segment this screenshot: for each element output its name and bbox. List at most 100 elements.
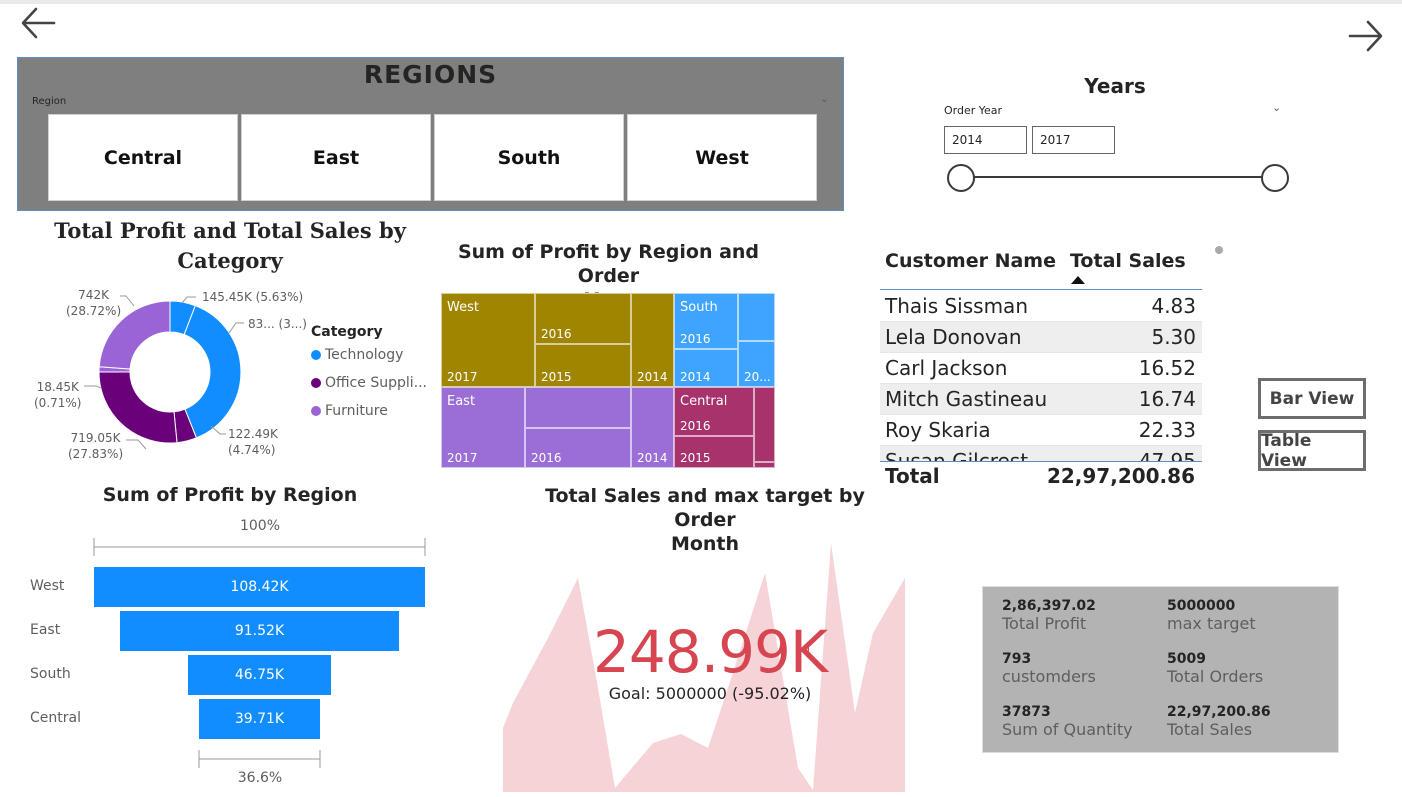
table-row[interactable]: Susan Gilcrest 47.95 <box>880 446 1202 461</box>
funnel-bar-central[interactable]: 39.71K <box>198 699 321 739</box>
card-value: 22,97,200.86 <box>1167 704 1271 720</box>
card-item-total-sales: 22,97,200.86 Total Sales <box>1167 704 1271 739</box>
treemap-tile-south-2017[interactable]: 20... <box>738 341 775 387</box>
treemap-year-label: 2016 <box>531 451 562 465</box>
order-year-label: Order Year <box>944 104 1003 117</box>
treemap-tile-central-2015[interactable]: 2015 <box>674 436 754 468</box>
treemap-tile-east-2017[interactable]: East 2017 <box>441 387 525 468</box>
funnel-bar-south[interactable]: 46.75K <box>188 655 331 695</box>
treemap-tile-west-2014[interactable]: 2014 <box>631 293 674 387</box>
treemap-tile-south-2015[interactable] <box>738 293 775 341</box>
cell-total-sales: 47.95 <box>1138 449 1196 461</box>
treemap-tile-east-2014[interactable]: 2014 <box>631 387 674 468</box>
card-item-total-orders: 5009 Total Orders <box>1167 651 1263 686</box>
cell-total-sales: 22.33 <box>1138 418 1196 442</box>
card-label: max target <box>1167 614 1256 633</box>
treemap-tile-south-2014[interactable]: 2014 <box>674 349 738 387</box>
card-item-customers: 793 customders <box>1002 651 1096 686</box>
treemap-year-label: 2014 <box>637 370 668 384</box>
treemap-tile-west-2016[interactable]: 2016 <box>535 293 631 344</box>
year-slider-track[interactable] <box>962 176 1274 178</box>
region-tile-west[interactable]: West <box>627 114 817 201</box>
cell-customer-name: Susan Gilcrest <box>885 449 1029 461</box>
treemap-tile-central-2014[interactable] <box>754 462 775 468</box>
card-label: Total Sales <box>1167 720 1253 739</box>
card-item-total-profit: 2,86,397.02 Total Profit <box>1002 598 1096 633</box>
year-start-input[interactable] <box>944 126 1027 154</box>
year-slider-end-handle[interactable] <box>1261 164 1289 192</box>
cell-total-sales: 16.52 <box>1138 356 1196 380</box>
cell-customer-name: Carl Jackson <box>885 356 1008 380</box>
treemap-title-line1: Sum of Profit by Region and Order <box>457 241 760 287</box>
bar-view-button[interactable]: Bar View <box>1258 378 1366 419</box>
table-row[interactable]: Roy Skaria 22.33 <box>880 415 1202 446</box>
funnel-category-label: West <box>30 578 65 594</box>
treemap-year-label: 20... <box>744 370 771 384</box>
cell-total-sales: 4.83 <box>1151 294 1196 318</box>
region-tile-south[interactable]: South <box>434 114 624 201</box>
summary-card: 2,86,397.02 Total Profit 5000000 max tar… <box>982 586 1339 753</box>
kpi-warning-icon: ! <box>806 644 811 658</box>
table-row[interactable]: Mitch Gastineau 16.74 <box>880 384 1202 415</box>
kpi-title-line1: Total Sales and max target by Order <box>545 485 865 531</box>
cell-total-sales: 5.30 <box>1151 325 1196 349</box>
treemap-tile-east-2015[interactable] <box>525 387 631 428</box>
card-item-sum-of-quantity: 37873 Sum of Quantity <box>1002 704 1133 739</box>
treemap-year-label: 2015 <box>680 451 711 465</box>
treemap-year-label: 2014 <box>680 370 711 384</box>
card-item-max-target: 5000000 max target <box>1167 598 1256 633</box>
funnel-bar-west[interactable]: 108.42K <box>94 567 425 607</box>
treemap-tile-east-2016[interactable]: 2016 <box>525 428 631 468</box>
table-view-button[interactable]: Table View <box>1258 430 1366 471</box>
cell-customer-name: Roy Skaria <box>885 418 991 442</box>
table-total-value: 22,97,200.86 <box>1046 464 1195 488</box>
treemap-year-label: 2017 <box>447 451 478 465</box>
table-total-label: Total <box>885 464 940 488</box>
customer-table-body: Thais Sissman 4.83 Lela Donovan 5.30 Carl Ja… <box>880 291 1202 461</box>
table-row[interactable]: Thais Sissman 4.83 <box>880 291 1202 322</box>
table-header-total-sales[interactable]: Total Sales <box>1070 250 1186 272</box>
treemap-chart[interactable]: West 2017 2016 2015 2014 South 2016 2014… <box>441 293 775 468</box>
year-slider-start-handle[interactable] <box>947 164 975 192</box>
treemap-tile-south-2016[interactable]: South 2016 <box>674 293 738 349</box>
cell-customer-name: Mitch Gastineau <box>885 387 1048 411</box>
treemap-label-east: East <box>447 394 476 409</box>
table-scrollbar-thumb[interactable] <box>1215 246 1223 254</box>
table-header-customer-name[interactable]: Customer Name <box>885 250 1056 272</box>
chevron-down-icon[interactable]: ⌄ <box>1272 101 1281 114</box>
card-value: 37873 <box>1002 704 1051 720</box>
card-label: Total Orders <box>1167 667 1264 686</box>
table-total-divider <box>880 461 1202 462</box>
chevron-down-icon[interactable]: ⌄ <box>820 92 829 105</box>
treemap-tile-central-2017[interactable] <box>754 387 775 462</box>
card-value: 793 <box>1002 651 1032 667</box>
kpi-value: 248.99K <box>593 618 828 686</box>
arrow-right-icon[interactable] <box>1346 16 1386 56</box>
card-label: Sum of Quantity <box>1002 720 1133 739</box>
kpi-goal: Goal: 5000000 (-95.02%) <box>608 684 812 703</box>
card-value: 2,86,397.02 <box>1002 598 1096 614</box>
card-value: 5009 <box>1167 651 1206 667</box>
treemap-tile-west-2015[interactable]: 2015 <box>535 344 631 387</box>
treemap-year-label: 2017 <box>447 370 478 384</box>
funnel-category-label: South <box>30 666 71 682</box>
treemap-tile-central-2016[interactable]: Central 2016 <box>674 387 754 436</box>
treemap-year-label: 2014 <box>637 451 668 465</box>
treemap-year-label: 2016 <box>541 327 572 341</box>
table-row[interactable]: Lela Donovan 5.30 <box>880 322 1202 353</box>
treemap-year-label: 2016 <box>680 332 711 346</box>
sort-ascending-icon <box>1071 276 1085 284</box>
treemap-label-west: West <box>447 300 479 315</box>
table-row[interactable]: Carl Jackson 16.52 <box>880 353 1202 384</box>
funnel-bottom-percent: 36.6% <box>237 770 283 786</box>
treemap-label-central: Central <box>680 394 728 409</box>
treemap-year-label: 2015 <box>541 370 572 384</box>
table-header-divider <box>880 289 1202 290</box>
year-end-input[interactable] <box>1032 126 1115 154</box>
funnel-bar-east[interactable]: 91.52K <box>119 611 400 651</box>
card-label: Total Profit <box>1002 614 1087 633</box>
funnel-category-label: Central <box>30 710 81 726</box>
treemap-year-label: 2016 <box>680 419 711 433</box>
funnel-category-label: East <box>30 622 61 638</box>
treemap-tile-west-2017[interactable]: West 2017 <box>441 293 535 387</box>
